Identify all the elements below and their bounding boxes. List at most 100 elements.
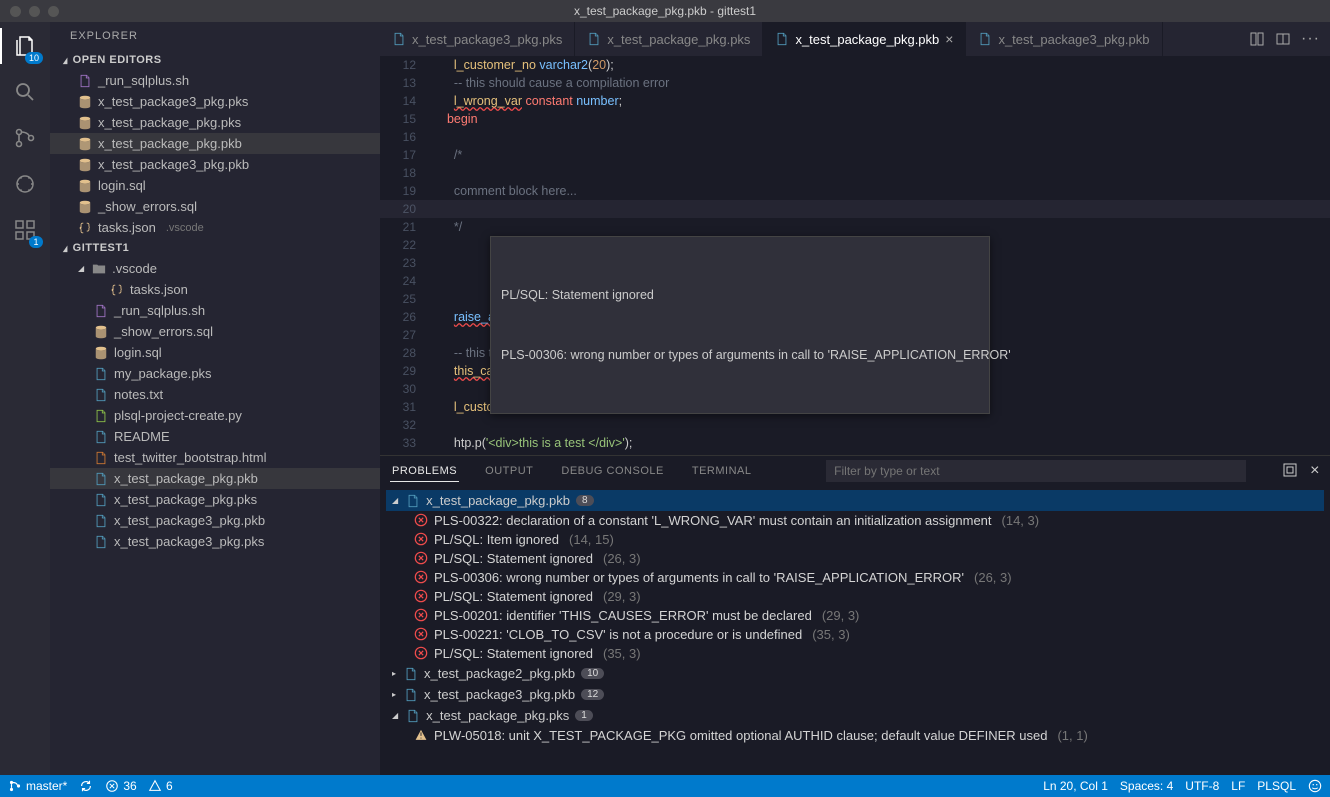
problem-file[interactable]: ▸x_test_package2_pkg.pkb10 [386, 663, 1324, 684]
file-item[interactable]: x_test_package_pkg.pks [50, 489, 380, 510]
folder-item[interactable]: ◢.vscode [50, 258, 380, 279]
file-icon [392, 32, 406, 46]
panel-tab-problems[interactable]: PROBLEMS [390, 461, 459, 482]
file-icon [978, 32, 992, 46]
feedback-icon[interactable] [1308, 779, 1322, 793]
chevron-icon: ▸ [392, 690, 396, 699]
file-name: _run_sqlplus.sh [98, 73, 189, 88]
open-editor-item[interactable]: x_test_package_pkg.pkb [50, 133, 380, 154]
problem-count-badge: 1 [575, 710, 593, 721]
file-name: tasks.json [98, 220, 156, 235]
problem-item[interactable]: PL/SQL: Statement ignored(35, 3) [386, 644, 1324, 663]
indent[interactable]: Spaces: 4 [1120, 779, 1173, 793]
problem-item[interactable]: PLS-00322: declaration of a constant 'L_… [386, 511, 1324, 530]
open-editors-section[interactable]: OPEN EDITORS [50, 50, 380, 70]
language-mode[interactable]: PLSQL [1257, 779, 1296, 793]
file-item[interactable]: x_test_package3_pkg.pkb [50, 510, 380, 531]
sidebar-title: EXPLORER [50, 22, 380, 50]
file-item[interactable]: tasks.json [50, 279, 380, 300]
problem-item[interactable]: PLS-00221: 'CLOB_TO_CSV' is not a proced… [386, 625, 1324, 644]
file-item[interactable]: _run_sqlplus.sh [50, 300, 380, 321]
problem-file[interactable]: ▸x_test_package3_pkg.pkb12 [386, 684, 1324, 705]
compare-icon[interactable] [1249, 31, 1265, 47]
file-item[interactable]: plsql-project-create.py [50, 405, 380, 426]
cursor-position[interactable]: Ln 20, Col 1 [1043, 779, 1108, 793]
editor-tab[interactable]: x_test_package_pkg.pkb × [763, 22, 966, 56]
file-name: x_test_package3_pkg.pks [98, 94, 248, 109]
error-icon [414, 589, 428, 603]
search-icon[interactable] [11, 78, 39, 106]
debug-icon[interactable] [11, 170, 39, 198]
file-item[interactable]: test_twitter_bootstrap.html [50, 447, 380, 468]
file-item[interactable]: my_package.pks [50, 363, 380, 384]
open-editor-item[interactable]: x_test_package_pkg.pks [50, 112, 380, 133]
file-icon [94, 388, 108, 402]
error-icon [414, 608, 428, 622]
problem-message: PL/SQL: Statement ignored [434, 551, 593, 566]
problem-item[interactable]: PL/SQL: Statement ignored(29, 3) [386, 587, 1324, 606]
file-icon [94, 472, 108, 486]
editor[interactable]: 1213141516171819202122232425262728293031… [380, 56, 1330, 455]
file-item[interactable]: x_test_package3_pkg.pks [50, 531, 380, 552]
window-controls[interactable] [0, 6, 59, 17]
open-editor-item[interactable]: x_test_package3_pkg.pks [50, 91, 380, 112]
db-icon [78, 137, 92, 151]
problem-file[interactable]: ◢x_test_package_pkg.pkb8 [386, 490, 1324, 511]
problems-list[interactable]: ◢x_test_package_pkg.pkb8PLS-00322: decla… [380, 486, 1330, 775]
file-name: login.sql [98, 178, 146, 193]
problem-count-badge: 12 [581, 689, 604, 700]
code-content[interactable]: l_customer_no varchar2(20); -- this shou… [430, 56, 1316, 455]
problem-location: (35, 3) [603, 646, 641, 661]
warn-icon [414, 728, 428, 742]
encoding[interactable]: UTF-8 [1185, 779, 1219, 793]
eol[interactable]: LF [1231, 779, 1245, 793]
more-icon[interactable]: ··· [1301, 30, 1320, 48]
problem-message: PLS-00201: identifier 'THIS_CAUSES_ERROR… [434, 608, 812, 623]
close-icon[interactable]: × [945, 31, 953, 47]
sync-icon[interactable] [79, 779, 93, 793]
open-editor-item[interactable]: login.sql [50, 175, 380, 196]
file-icon [94, 535, 108, 549]
panel-tab-output[interactable]: OUTPUT [483, 461, 535, 481]
panel-tab-debug console[interactable]: DEBUG CONSOLE [559, 461, 665, 481]
problem-item[interactable]: PLS-00306: wrong number or types of argu… [386, 568, 1324, 587]
problem-location: (29, 3) [822, 608, 860, 623]
extensions-icon[interactable]: 1 [11, 216, 39, 244]
close-panel-icon[interactable]: × [1310, 462, 1320, 480]
split-icon[interactable] [1275, 31, 1291, 47]
file-icon [94, 514, 108, 528]
file-item[interactable]: _show_errors.sql [50, 321, 380, 342]
file-item[interactable]: login.sql [50, 342, 380, 363]
problem-item[interactable]: PL/SQL: Item ignored(14, 15) [386, 530, 1324, 549]
problem-item[interactable]: PL/SQL: Statement ignored(26, 3) [386, 549, 1324, 568]
problem-item[interactable]: PLW-05018: unit X_TEST_PACKAGE_PKG omitt… [386, 726, 1324, 745]
problems-filter-input[interactable] [826, 460, 1246, 482]
problem-file[interactable]: ◢x_test_package_pkg.pks1 [386, 705, 1324, 726]
open-editor-item[interactable]: _show_errors.sql [50, 196, 380, 217]
problems-count[interactable]: 36 6 [105, 779, 172, 793]
panel-tab-terminal[interactable]: TERMINAL [690, 461, 754, 481]
problem-location: (29, 3) [603, 589, 641, 604]
workspace-section[interactable]: GITTEST1 [50, 238, 380, 258]
tab-label: x_test_package_pkg.pkb [795, 32, 939, 47]
editor-tab[interactable]: x_test_package3_pkg.pks [380, 22, 575, 56]
file-item[interactable]: notes.txt [50, 384, 380, 405]
open-editor-item[interactable]: _run_sqlplus.sh [50, 70, 380, 91]
error-icon [414, 513, 428, 527]
file-item[interactable]: x_test_package_pkg.pkb [50, 468, 380, 489]
open-editor-item[interactable]: tasks.json.vscode [50, 217, 380, 238]
line-gutter: 1213141516171819202122232425262728293031… [380, 56, 430, 455]
scm-icon[interactable] [11, 124, 39, 152]
collapse-icon[interactable] [1282, 462, 1298, 480]
editor-tab[interactable]: x_test_package_pkg.pks [575, 22, 763, 56]
overview-ruler[interactable] [1316, 56, 1330, 455]
explorer-icon[interactable]: 10 [11, 32, 39, 60]
file-item[interactable]: README [50, 426, 380, 447]
bottom-panel: PROBLEMS OUTPUT DEBUG CONSOLE TERMINAL × ◢x… [380, 455, 1330, 775]
panel-tabs: PROBLEMS OUTPUT DEBUG CONSOLE TERMINAL × [380, 456, 1330, 486]
problem-item[interactable]: PLS-00201: identifier 'THIS_CAUSES_ERROR… [386, 606, 1324, 625]
file-name: _show_errors.sql [98, 199, 197, 214]
open-editor-item[interactable]: x_test_package3_pkg.pkb [50, 154, 380, 175]
editor-tab[interactable]: x_test_package3_pkg.pkb [966, 22, 1162, 56]
git-branch[interactable]: master* [8, 779, 67, 793]
